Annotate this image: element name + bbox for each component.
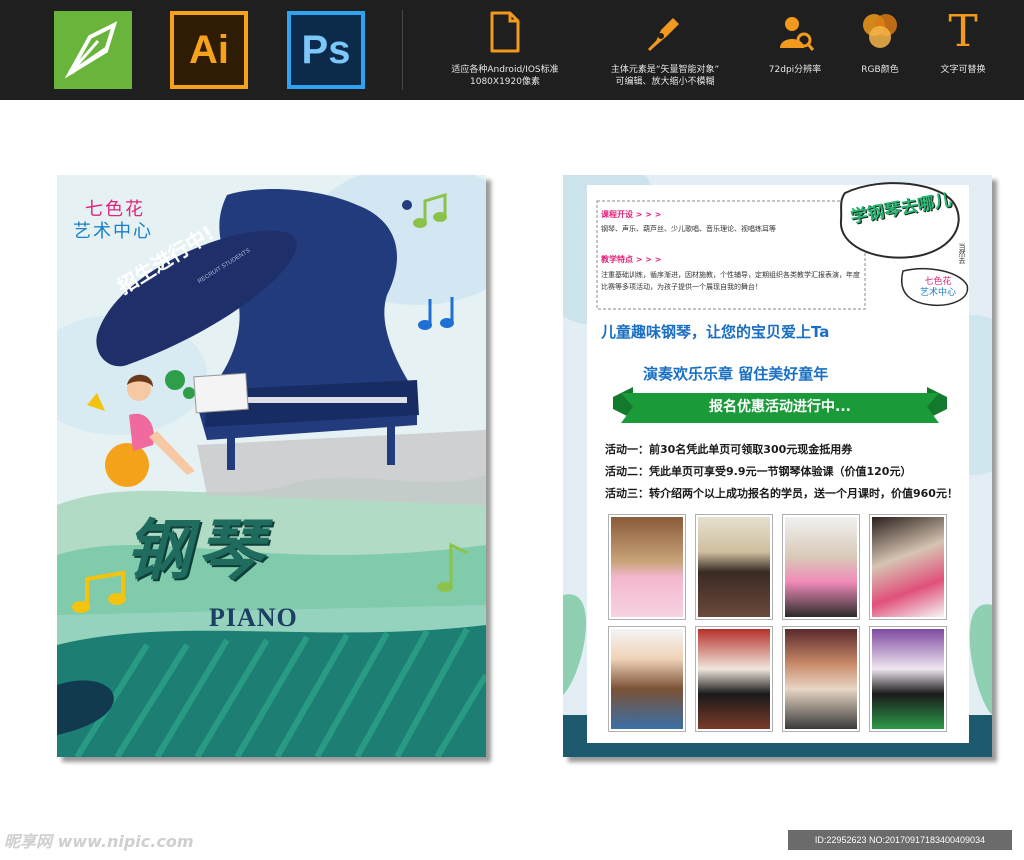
photo-girl-piano — [695, 626, 773, 732]
badge-side-text: 当然去 — [958, 243, 966, 264]
feature-line2: 可编辑、放大缩小不模糊 — [615, 77, 715, 87]
course-section-title: 课程开设 > > > — [601, 210, 662, 219]
feature-line1: 适应各种Android/IOS标准 — [451, 65, 559, 75]
feature-text: T 文字可替换 — [925, 10, 1001, 76]
rgb-color-icon — [863, 14, 897, 48]
feature-vector-object: 主体元素是“矢量智能对象” 可编辑、放大缩小不模糊 — [595, 10, 735, 88]
feature-line1: 文字可替换 — [940, 65, 986, 75]
brand-logo-text: 七色花 艺术中心 — [73, 199, 153, 243]
brand-subtitle: 艺术中心 — [919, 288, 956, 298]
brand-subtitle: 艺术中心 — [73, 221, 153, 242]
main-title-piano-en: PIANO — [209, 603, 298, 632]
brand-name: 七色花 — [924, 277, 952, 287]
photo-girl-certificate — [608, 514, 686, 620]
photo-child-playing — [869, 514, 947, 620]
feature-resolution-standard: 适应各种Android/IOS标准 1080X1920像素 — [440, 10, 570, 88]
feature-dpi: 72dpi分辨率 — [755, 10, 835, 76]
promo-ribbon-text: 报名优惠活动进行中... — [709, 399, 851, 415]
course-list: 钢琴、声乐、葫芦丝、少儿歌唱、音乐理论、视唱练耳等 — [601, 225, 776, 233]
photo-boy-book — [608, 626, 686, 732]
photo-class-group — [782, 626, 860, 732]
slogan-line1: 儿童趣味钢琴，让您的宝贝爱上Ta — [601, 323, 830, 341]
info-box: 课程开设 > > > 钢琴、声乐、葫芦丝、少儿歌唱、音乐理论、视唱练耳等 教学特… — [601, 209, 867, 293]
illustrator-icon: Ai — [170, 11, 248, 89]
photoshop-icon: Ps — [287, 11, 365, 89]
activity-item: 活动一：前30名凭此单页可领取300元现金抵用券 — [605, 443, 853, 456]
coreldraw-icon — [54, 11, 132, 89]
site-watermark: 昵享网 www.nipic.com — [4, 832, 194, 851]
feature-line2: 1080X1920像素 — [470, 77, 540, 87]
pen-tool-icon — [647, 18, 679, 52]
activity-item: 活动三：转介绍两个以上成功报名的学员，送一个月课时，价值960元！ — [605, 487, 958, 500]
document-icon — [490, 11, 520, 53]
watermark-id-text: ID:22952623 NO:20170917183400409034 — [814, 835, 986, 845]
brand-name: 七色花 — [85, 199, 145, 220]
text-icon: T — [948, 6, 978, 57]
resolution-icon — [780, 17, 814, 51]
photo-teacher-boy — [869, 626, 947, 732]
feature-description: 注重基础训练，循序渐进，因材施教，个性辅导，定期组织各类教学汇报表演，年度比赛等… — [601, 271, 860, 291]
feature-line1: 72dpi分辨率 — [768, 65, 822, 75]
main-title-piano-cn: 钢琴 — [125, 512, 269, 589]
watermark-id-bar: ID:22952623 NO:20170917183400409034 — [788, 830, 1012, 850]
feature-rgb: RGB颜色 — [845, 10, 915, 76]
left-poster-artwork — [57, 175, 486, 757]
top-toolbar: Ai Ps 适应各种Android/IOS标准 1080X1920像素 主体元素… — [0, 0, 1024, 100]
slogan-line2: 演奏欢乐乐章 留住美好童年 — [643, 365, 829, 383]
right-brand: 七色花 艺术中心 — [909, 277, 967, 299]
right-poster: 课程开设 > > > 钢琴、声乐、葫芦丝、少儿歌唱、音乐理论、视唱练耳等 教学特… — [563, 175, 992, 757]
toolbar-divider — [402, 10, 403, 90]
photo-teacher-student — [782, 514, 860, 620]
left-poster: 七色花 艺术中心 招生进行中! RECRUIT STUDENTS 钢琴 PIAN… — [57, 175, 486, 757]
feature-line1: RGB颜色 — [861, 65, 899, 75]
feature-line1: 主体元素是“矢量智能对象” — [610, 65, 720, 75]
photo-piano-lesson — [695, 514, 773, 620]
feature-section-title: 教学特点 > > > — [601, 255, 662, 264]
activity-item: 活动二：凭此单页可享受9.9元一节钢琴体验课（价值120元） — [605, 465, 912, 478]
